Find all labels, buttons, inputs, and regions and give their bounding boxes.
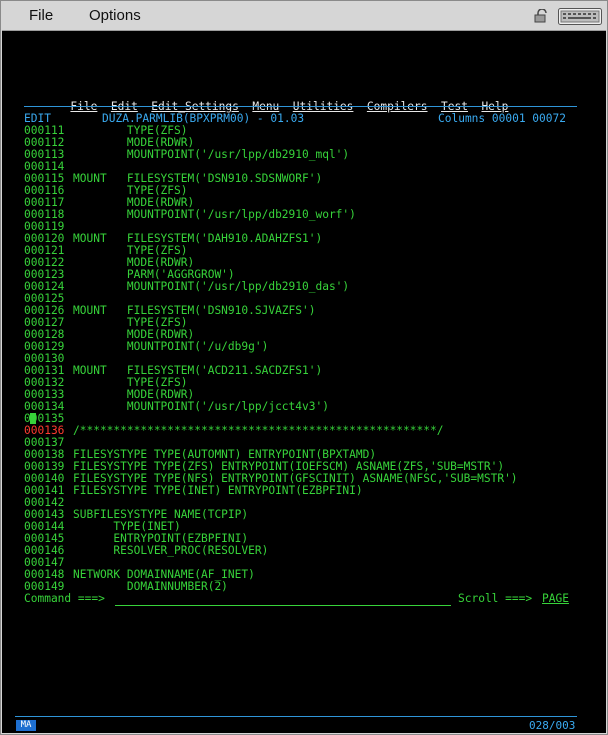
action-bar-separator [24, 106, 577, 107]
menu-file[interactable]: File [29, 7, 53, 24]
status-line-separator [15, 716, 577, 717]
cursor-position: 028/003 [529, 719, 576, 732]
line-text[interactable]: MOUNTPOINT('/usr/lpp/db2910_das') [73, 281, 349, 293]
scroll-amount-field[interactable]: PAGE [542, 593, 569, 605]
oia-indicator: MA [16, 720, 36, 731]
line-text[interactable]: MOUNTPOINT('/u/db9g') [73, 341, 268, 353]
terminal-window: File Options File Edit Edit_Settings Men… [0, 0, 608, 735]
command-label: Command ===> [24, 592, 105, 605]
terminal-screen[interactable]: File Edit Edit_Settings Menu Utilities C… [2, 31, 606, 733]
line-text[interactable]: MOUNTPOINT('/usr/lpp/db2910_worf') [73, 209, 356, 221]
keyboard-icon[interactable] [558, 8, 602, 25]
menu-options[interactable]: Options [89, 7, 141, 24]
line-text[interactable]: FILESYSTYPE TYPE(INET) ENTRYPOINT(EZBPFI… [73, 485, 363, 497]
line-text[interactable]: MOUNTPOINT('/usr/lpp/jcct4v3') [73, 401, 329, 413]
line-text[interactable]: MOUNTPOINT('/usr/lpp/db2910_mql') [73, 149, 349, 161]
menu-bar: File Options [2, 2, 606, 31]
lock-icon[interactable] [534, 9, 550, 23]
line-text[interactable]: RESOLVER_PROC(RESOLVER) [73, 545, 268, 557]
command-input-underline [115, 605, 451, 606]
scroll-label: Scroll ===> [458, 592, 533, 605]
line-text[interactable]: /***************************************… [73, 425, 443, 437]
columns-indicator: Columns 00001 00072 [438, 112, 566, 125]
